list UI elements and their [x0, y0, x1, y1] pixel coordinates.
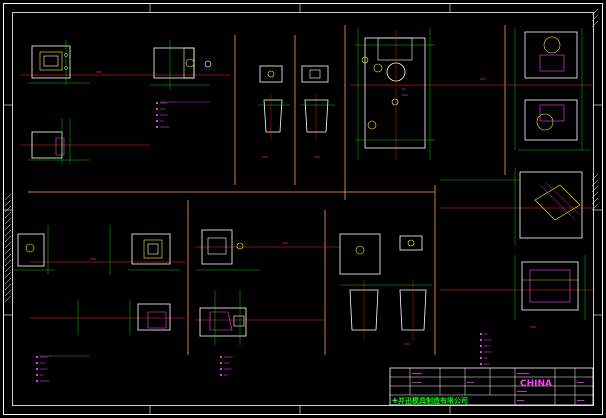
view-top-middle-left: ═══: [258, 65, 290, 159]
svg-text:═══: ═══: [89, 257, 96, 261]
company-logo-icon: ✚: [392, 397, 398, 405]
title-block-country: CHINA: [520, 379, 552, 389]
view-bottom-center-section: [199, 290, 247, 345]
svg-text:═══: ═══: [95, 70, 102, 74]
svg-text:■ ════: ■ ════: [156, 113, 168, 117]
svg-text:■ ════ ─: ■ ════ ─: [36, 355, 51, 359]
sheet-outer-border: [3, 3, 603, 415]
view-bottom-left-front: ═══: [89, 225, 180, 275]
svg-text:═══: ═══: [516, 398, 525, 403]
notes-bottom-left: ■ ════ ─ ■ ═══ ■ ════ ■ ══ ■ ═════: [36, 355, 90, 383]
centerlines: [20, 74, 595, 321]
svg-text:■ ═════: ■ ═════: [36, 379, 50, 383]
view-top-middle-right: ═══: [300, 65, 335, 159]
svg-text:═══: ═══: [261, 155, 268, 159]
section-dividers: [28, 25, 506, 355]
svg-text:════: ════: [516, 389, 527, 394]
svg-text:■ ═══: ■ ═══: [480, 344, 490, 348]
svg-text:═══: ═══: [313, 155, 320, 159]
view-right-top: ═══: [479, 28, 590, 151]
svg-text:═══: ═══: [403, 342, 410, 346]
notes-right-bottom: ■ ══ ■ ════ ■ ═══ ■ ════ ■ ══ ■ ═══: [480, 332, 492, 366]
title-block-company: 并迅模具制造有限公司: [398, 396, 468, 405]
cad-drawing-canvas[interactable]: ■ ════ ─ ■ ═══ ■ ════ ■ ══ ■ ═════ ═══ ═…: [0, 0, 606, 418]
view-bottom-center-front: ═══: [196, 229, 288, 271]
svg-text:══: ══: [401, 87, 406, 91]
view-bottom-left-section: [77, 300, 171, 335]
notes-bottom-center: ■ ════ ─ ■ ═══ ■ ════ ■ ══: [220, 355, 235, 377]
svg-text:■ ══: ■ ══: [480, 332, 488, 336]
svg-text:■ ════ ─: ■ ════ ─: [220, 355, 235, 359]
svg-text:═══: ═══: [281, 241, 288, 245]
svg-text:■ ══: ■ ══: [480, 356, 488, 360]
view-right-middle: [440, 168, 583, 245]
svg-text:════: ════: [411, 380, 422, 385]
svg-text:■ ═══: ■ ═══: [480, 362, 490, 366]
svg-text:═══: ═══: [576, 398, 585, 403]
notes-top-left: ■ ════ ─ ■ ═══ ■ ════ ■ ══ ■ ═════: [156, 101, 210, 129]
view-mold-plate: ══ ═══: [355, 28, 435, 160]
view-top-left-section: [28, 118, 90, 165]
border-tick-marks: [3, 3, 603, 415]
svg-text:■ ════: ■ ════: [36, 367, 48, 371]
svg-text:═══: ═══: [529, 325, 536, 329]
svg-text:■ ════ ─: ■ ════ ─: [156, 101, 171, 105]
svg-text:═══: ═══: [576, 380, 585, 385]
view-right-bottom: ═══: [514, 255, 586, 329]
svg-text:════: ════: [411, 371, 422, 376]
cad-drawing-sheet[interactable]: ■ ════ ─ ■ ═══ ■ ════ ■ ══ ■ ═════ ═══ ═…: [0, 0, 606, 418]
svg-text:═══: ═══: [466, 380, 475, 385]
view-top-left-side: [150, 40, 212, 90]
view-top-left-front: [28, 40, 90, 85]
view-bottom-right-center: ═══: [339, 233, 432, 346]
svg-text:■ ══: ■ ══: [220, 373, 228, 377]
svg-text:■ ═══: ■ ═══: [36, 361, 46, 365]
svg-text:■ ════: ■ ════: [220, 367, 232, 371]
view-bottom-left-side: [14, 225, 55, 275]
svg-text:■ ═══: ■ ═══: [220, 361, 230, 365]
svg-text:═══: ═══: [479, 77, 486, 81]
svg-text:═══: ═══: [401, 93, 408, 97]
svg-text:■ ═══: ■ ═══: [156, 107, 166, 111]
svg-text:═════: ═════: [516, 371, 530, 376]
svg-text:■ ══: ■ ══: [36, 373, 44, 377]
svg-text:■ ════: ■ ════: [480, 338, 492, 342]
title-block[interactable]: ════ ════ ═══ ═════ ════ ═══ ═══ ═══ CHI…: [389, 367, 594, 406]
svg-text:■ ═════: ■ ═════: [156, 125, 170, 129]
svg-text:■ ════: ■ ════: [480, 350, 492, 354]
svg-text:■ ══: ■ ══: [156, 119, 164, 123]
